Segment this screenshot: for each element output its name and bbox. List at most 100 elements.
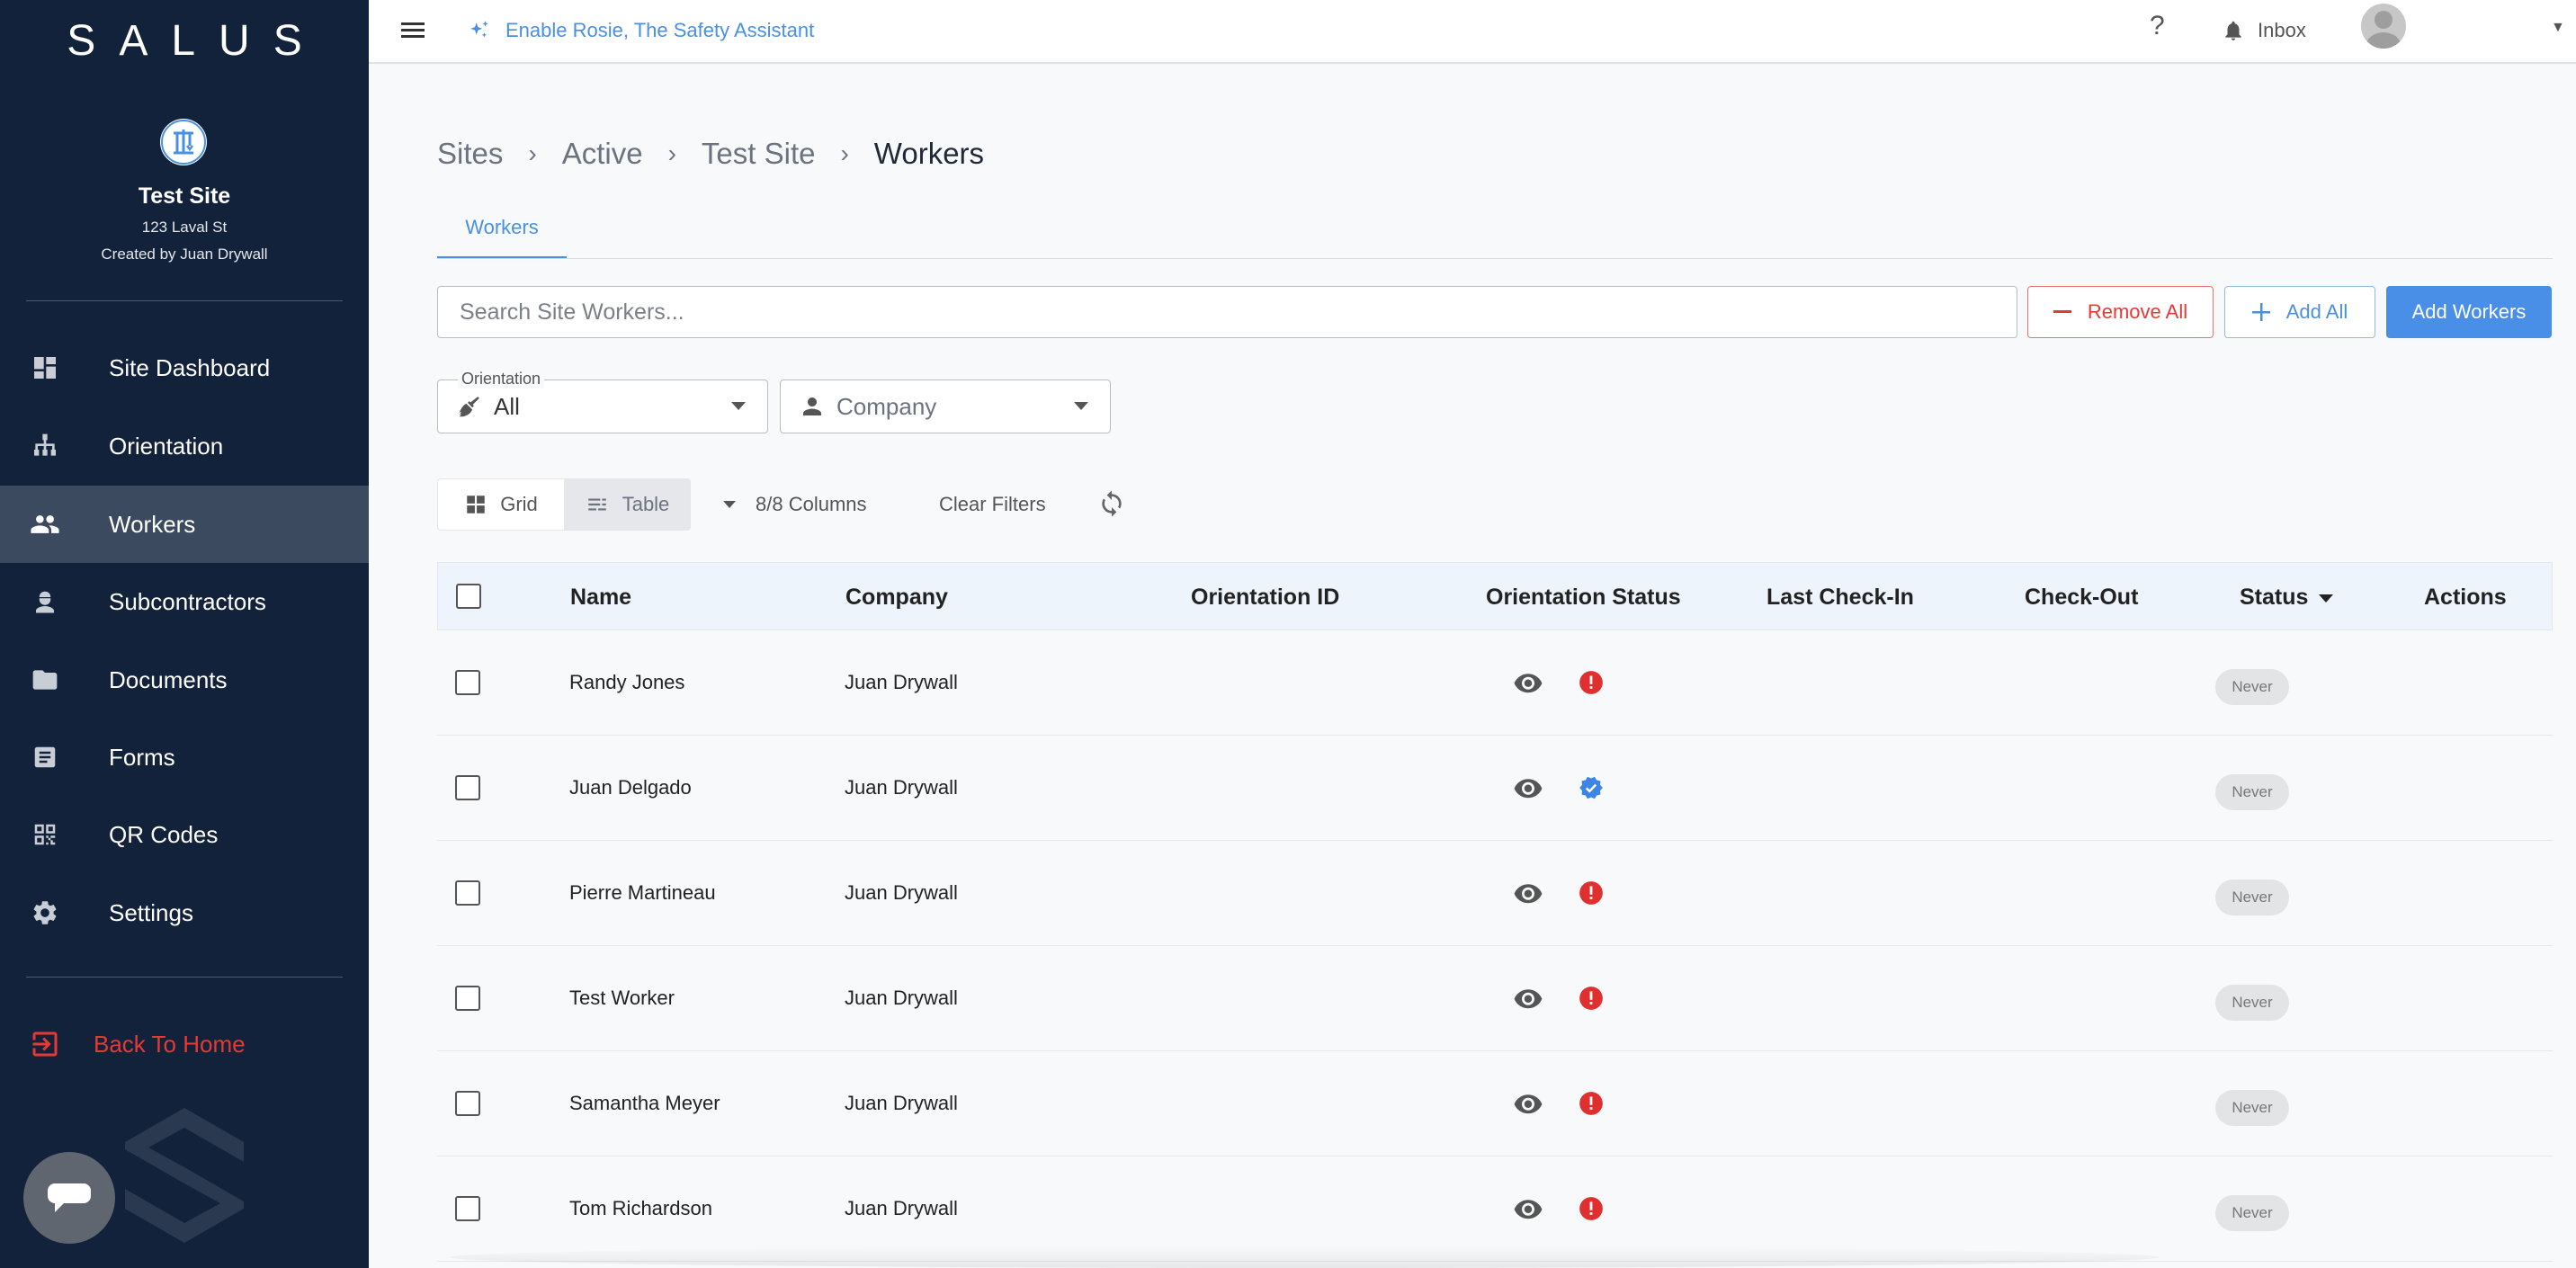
refresh-button[interactable] bbox=[1097, 489, 1126, 518]
chat-bubble-icon bbox=[48, 1183, 91, 1212]
row-checkbox[interactable] bbox=[455, 986, 480, 1011]
table-row[interactable]: Test Worker Juan Drywall Never bbox=[437, 946, 2553, 1051]
sidebar-item-orientation[interactable]: Orientation bbox=[0, 407, 369, 485]
table-row[interactable]: Samantha Meyer Juan Drywall Never bbox=[437, 1051, 2553, 1156]
qr-code-icon bbox=[29, 818, 61, 851]
sidebar-item-documents[interactable]: Documents bbox=[0, 641, 369, 719]
columns-selector-button[interactable]: 8/8 Columns bbox=[723, 478, 867, 531]
search-input[interactable] bbox=[437, 286, 2017, 338]
sidebar-item-subcontractors[interactable]: Subcontractors bbox=[0, 563, 369, 640]
scroll-shadow bbox=[450, 1246, 2159, 1268]
worker-company: Juan Drywall bbox=[845, 671, 958, 693]
sidebar-item-workers[interactable]: Workers bbox=[0, 486, 369, 563]
sidebar-item-settings[interactable]: Settings bbox=[0, 874, 369, 951]
status-badge: Never bbox=[2215, 669, 2289, 705]
column-header-last-check-in[interactable]: Last Check-In bbox=[1767, 563, 1914, 631]
menu-button[interactable] bbox=[396, 13, 432, 49]
sidebar-item-label: Workers bbox=[109, 510, 196, 538]
view-toggle: Grid Table bbox=[437, 478, 691, 531]
breadcrumb: Sites › Active › Test Site › Workers bbox=[437, 137, 984, 171]
column-header-name[interactable]: Name bbox=[570, 563, 631, 631]
sidebar-item-label: QR Codes bbox=[109, 820, 219, 848]
eye-icon[interactable] bbox=[1513, 986, 1543, 1011]
grid-icon bbox=[467, 496, 485, 513]
user-avatar[interactable] bbox=[2361, 4, 2406, 49]
breadcrumb-test-site[interactable]: Test Site bbox=[702, 137, 816, 171]
back-to-home-link[interactable]: Back To Home bbox=[0, 1005, 369, 1083]
column-header-status-label: Status bbox=[2240, 585, 2309, 610]
list-icon bbox=[587, 498, 606, 511]
status-badge: Never bbox=[2215, 1090, 2289, 1126]
plus-icon bbox=[2251, 303, 2270, 321]
sort-down-icon bbox=[2319, 594, 2334, 603]
breadcrumb-active[interactable]: Active bbox=[562, 137, 643, 171]
sidebar-item-site-dashboard[interactable]: Site Dashboard bbox=[0, 329, 369, 406]
site-address: 123 Laval St bbox=[141, 219, 228, 236]
add-workers-button[interactable]: Add Workers bbox=[2386, 286, 2552, 338]
remove-all-label: Remove All bbox=[2087, 300, 2188, 323]
breadcrumb-sites[interactable]: Sites bbox=[437, 137, 503, 171]
worker-name: Pierre Martineau bbox=[569, 881, 716, 904]
column-header-orientation-id[interactable]: Orientation ID bbox=[1191, 563, 1339, 631]
inbox-button[interactable]: Inbox bbox=[2222, 13, 2306, 49]
column-header-status[interactable]: Status bbox=[2240, 563, 2334, 631]
site-creator: Created by Juan Drywall bbox=[101, 246, 268, 263]
row-checkbox[interactable] bbox=[455, 880, 480, 906]
table-header: Name Company Orientation ID Orientation … bbox=[437, 562, 2553, 630]
eye-icon[interactable] bbox=[1513, 1091, 1543, 1116]
error-icon bbox=[1579, 987, 1603, 1010]
chat-button[interactable] bbox=[23, 1152, 115, 1244]
error-icon bbox=[1579, 1197, 1603, 1220]
table-view-button[interactable]: Table bbox=[564, 479, 690, 530]
column-header-check-out[interactable]: Check-Out bbox=[2025, 563, 2138, 631]
exit-icon bbox=[29, 1028, 61, 1060]
enable-rosie-link[interactable]: Enable Rosie, The Safety Assistant bbox=[468, 13, 814, 49]
worker-company: Juan Drywall bbox=[845, 776, 958, 799]
table-row[interactable]: Pierre Martineau Juan Drywall Never bbox=[437, 841, 2553, 946]
sidebar-item-label: Site Dashboard bbox=[109, 353, 271, 381]
folder-icon bbox=[29, 664, 61, 696]
dropdown-arrow-icon bbox=[731, 402, 746, 410]
chevron-right-icon: › bbox=[667, 139, 676, 167]
form-icon bbox=[29, 741, 61, 773]
company-filter-placeholder: Company bbox=[836, 392, 937, 420]
column-header-company[interactable]: Company bbox=[845, 563, 948, 631]
status-badge: Never bbox=[2215, 985, 2289, 1021]
clear-filters-button[interactable]: Clear Filters bbox=[939, 478, 1046, 531]
columns-label: 8/8 Columns bbox=[756, 493, 867, 515]
orientation-filter-select[interactable]: Orientation All bbox=[437, 370, 768, 433]
sidebar-item-qr-codes[interactable]: QR Codes bbox=[0, 796, 369, 873]
broom-icon bbox=[456, 393, 483, 420]
top-bar: Enable Rosie, The Safety Assistant ? Inb… bbox=[369, 0, 2576, 64]
select-all-checkbox[interactable] bbox=[456, 584, 481, 609]
company-filter-select[interactable]: Company bbox=[780, 380, 1111, 433]
status-badge: Never bbox=[2215, 774, 2289, 810]
sidebar-item-forms[interactable]: Forms bbox=[0, 719, 369, 796]
table-row[interactable]: Randy Jones Juan Drywall Never bbox=[437, 630, 2553, 736]
row-checkbox[interactable] bbox=[455, 670, 480, 695]
remove-all-button[interactable]: Remove All bbox=[2027, 286, 2214, 338]
workers-table: Name Company Orientation ID Orientation … bbox=[437, 562, 2553, 1262]
table-body: Randy Jones Juan Drywall Never Juan Delg… bbox=[437, 630, 2553, 1262]
gear-icon bbox=[29, 897, 61, 929]
add-all-button[interactable]: Add All bbox=[2224, 286, 2375, 338]
worker-name: Tom Richardson bbox=[569, 1197, 712, 1219]
help-button[interactable]: ? bbox=[2150, 11, 2165, 41]
grid-view-button[interactable]: Grid bbox=[438, 479, 564, 530]
row-checkbox[interactable] bbox=[455, 775, 480, 800]
eye-icon[interactable] bbox=[1513, 775, 1543, 800]
minus-icon bbox=[2053, 310, 2071, 313]
person-icon bbox=[799, 393, 826, 420]
brand-logo: SALUS bbox=[67, 17, 326, 65]
row-checkbox[interactable] bbox=[455, 1196, 480, 1221]
worker-company: Juan Drywall bbox=[845, 1092, 958, 1114]
eye-icon[interactable] bbox=[1513, 1196, 1543, 1221]
sidebar-item-label: Documents bbox=[109, 665, 228, 693]
eye-icon[interactable] bbox=[1513, 670, 1543, 695]
row-checkbox[interactable] bbox=[455, 1091, 480, 1116]
tab-workers[interactable]: Workers bbox=[437, 209, 567, 259]
chevron-down-icon[interactable]: ▼ bbox=[2551, 20, 2565, 36]
table-row[interactable]: Juan Delgado Juan Drywall Never bbox=[437, 736, 2553, 841]
eye-icon[interactable] bbox=[1513, 880, 1543, 906]
column-header-orientation-status[interactable]: Orientation Status bbox=[1486, 563, 1681, 631]
